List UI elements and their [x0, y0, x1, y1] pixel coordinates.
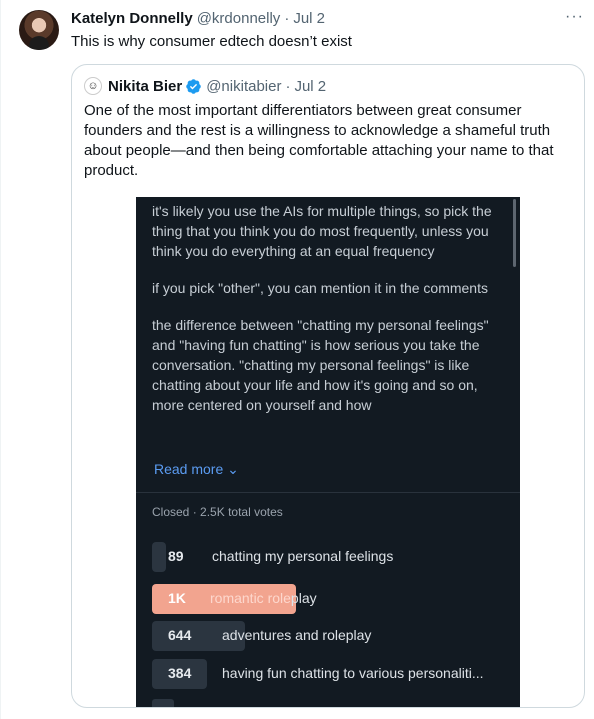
quoted-tweet-text: One of the most important differentiator… — [84, 102, 554, 179]
post-description: it's likely you use the AIs for multiple… — [152, 201, 492, 432]
tweet-text: This is why consumer edtech doesn’t exis… — [71, 33, 352, 50]
description-paragraph: the difference between "chatting my pers… — [152, 317, 489, 413]
poll-option: 384 having fun chatting to various perso… — [152, 659, 512, 689]
poll-option-label: having fun chatting to various personali… — [222, 665, 484, 681]
poll-option: 1K romantic roleplay — [152, 584, 512, 614]
attached-screenshot[interactable]: it's likely you use the AIs for multiple… — [136, 197, 520, 707]
poll-option: 644 adventures and roleplay — [152, 621, 512, 651]
poll-option-count: 89 — [168, 548, 184, 564]
poll-option-count: 384 — [168, 665, 192, 681]
author-avatar[interactable] — [19, 10, 59, 50]
poll-option-bar — [152, 542, 166, 572]
text-fade — [136, 411, 520, 453]
read-more-link: Read more ⌄ — [154, 461, 239, 477]
poll-option-bar-partial — [152, 699, 174, 707]
poll-option-label: adventures and roleplay — [222, 627, 372, 643]
poll-status: Closed — [152, 505, 190, 519]
author-name[interactable]: Katelyn Donnelly — [71, 10, 193, 27]
poll-option-label: romantic roleplay — [210, 590, 317, 606]
more-options-icon[interactable]: ··· — [565, 8, 584, 26]
quoted-tweet[interactable]: ☺ Nikita Bier @nikitabier · Jul 2 One of… — [71, 64, 585, 708]
description-paragraph: if you pick "other", you can mention it … — [152, 280, 488, 296]
tweet[interactable]: Katelyn Donnelly @krdonnelly · Jul 2 ···… — [0, 0, 594, 719]
tweet-header: Katelyn Donnelly @krdonnelly · Jul 2 — [71, 10, 325, 27]
poll-option-count: 644 — [168, 627, 192, 643]
poll-option-label-part: romantic role — [210, 590, 291, 606]
description-paragraph: it's likely you use the AIs for multiple… — [152, 203, 492, 259]
poll-option-label: chatting my personal feelings — [212, 548, 394, 564]
poll-meta: Closed · 2.5K total votes — [152, 505, 283, 519]
quoted-author-name[interactable]: Nikita Bier — [108, 78, 182, 95]
separator-dot: · — [192, 505, 197, 519]
quoted-tweet-header: ☺ Nikita Bier @nikitabier · Jul 2 — [84, 77, 326, 95]
poll-option: 89 chatting my personal feelings — [152, 542, 512, 572]
separator-dot: · — [284, 10, 290, 27]
screenshot-scrollbar — [513, 199, 516, 267]
tweet-date[interactable]: Jul 2 — [293, 10, 325, 27]
separator-dot: · — [285, 77, 291, 95]
quoted-author-avatar[interactable]: ☺ — [84, 77, 102, 95]
divider — [136, 492, 520, 493]
poll-total-votes: 2.5K total votes — [200, 505, 283, 519]
verified-badge-icon — [186, 78, 201, 94]
poll-option-count: 1K — [168, 590, 186, 606]
quoted-tweet-date[interactable]: Jul 2 — [294, 78, 326, 95]
author-handle[interactable]: @krdonnelly — [197, 10, 281, 27]
quoted-author-handle[interactable]: @nikitabier — [206, 78, 281, 95]
poll-option-label-part: play — [290, 590, 317, 606]
